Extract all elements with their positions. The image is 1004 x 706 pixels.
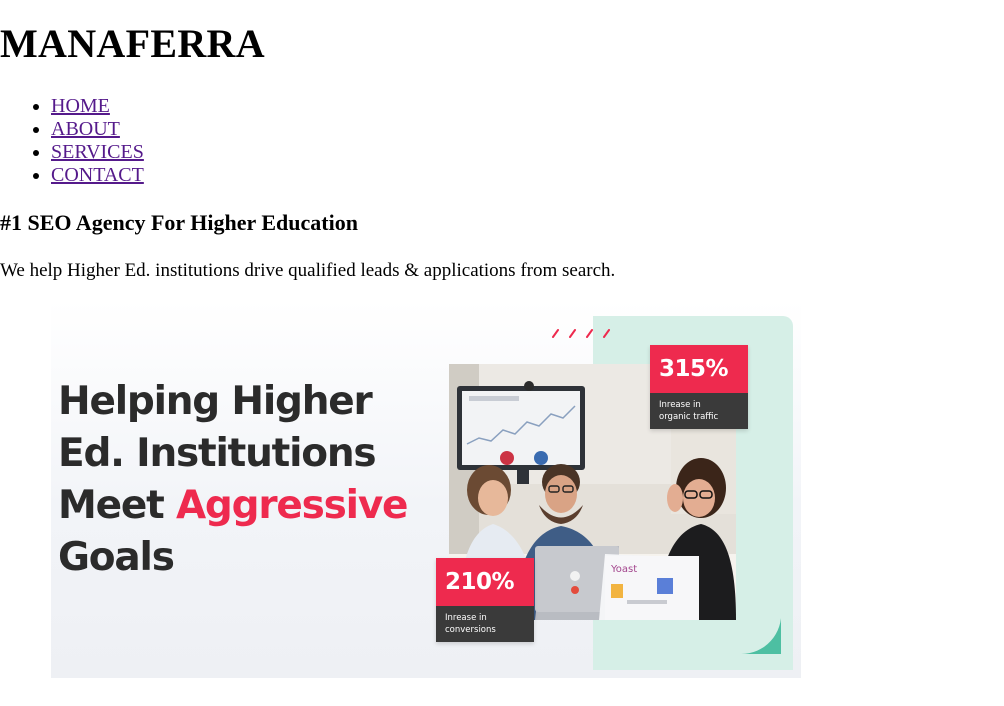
hero-heading-line-2: Ed. Institutions: [58, 431, 377, 476]
hero-heading-line-3: Meet Aggressive: [58, 480, 409, 532]
hero-banner-image: Helping Higher Ed. Institutions Meet Agg…: [51, 300, 801, 678]
nav-link-services[interactable]: SERVICES: [51, 141, 144, 163]
decorative-slashes-icon: [552, 329, 610, 338]
nav-item-contact: CONTACT: [51, 164, 144, 187]
nav-link-about[interactable]: ABOUT: [51, 118, 120, 140]
nav-link-contact[interactable]: CONTACT: [51, 164, 144, 186]
stat-card-organic-traffic: 315% Inrease in organic traffic: [650, 345, 748, 429]
nav-link-home[interactable]: HOME: [51, 95, 110, 117]
page-headline: #1 SEO Agency For Higher Education: [0, 210, 358, 235]
hero-heading-accent-word: Aggressive: [175, 483, 409, 528]
nav-item-about: ABOUT: [51, 118, 144, 141]
main-nav: HOME ABOUT SERVICES CONTACT: [0, 95, 144, 187]
nav-item-home: HOME: [51, 95, 144, 118]
stat-card-conversions: 210% Inrease in conversions: [436, 558, 534, 642]
hero-heading-line-4: Goals: [58, 535, 175, 580]
stat-value-organic-traffic: 315%: [650, 345, 748, 393]
page-subheading: We help Higher Ed. institutions drive qu…: [0, 260, 616, 281]
stat-value-conversions: 210%: [436, 558, 534, 606]
stat-caption-organic-traffic: Inrease in organic traffic: [650, 393, 748, 429]
hero-heading: Helping Higher Ed. Institutions Meet Agg…: [58, 376, 409, 584]
stat-caption-line: organic traffic: [659, 412, 719, 422]
decorative-quarter-circle-icon: [741, 610, 781, 655]
hero-heading-line-1: Helping Higher: [58, 379, 373, 424]
stat-caption-line: Inrease in: [659, 400, 701, 410]
site-title: MANAFERRA: [0, 21, 265, 66]
stat-caption-line: Inrease in: [445, 613, 487, 623]
stat-caption-line: conversions: [445, 625, 496, 635]
hero-heading-meet: Meet: [58, 483, 176, 528]
laptop-brand-text: Yoast: [610, 564, 637, 575]
stat-caption-conversions: Inrease in conversions: [436, 606, 534, 642]
nav-item-services: SERVICES: [51, 141, 144, 164]
